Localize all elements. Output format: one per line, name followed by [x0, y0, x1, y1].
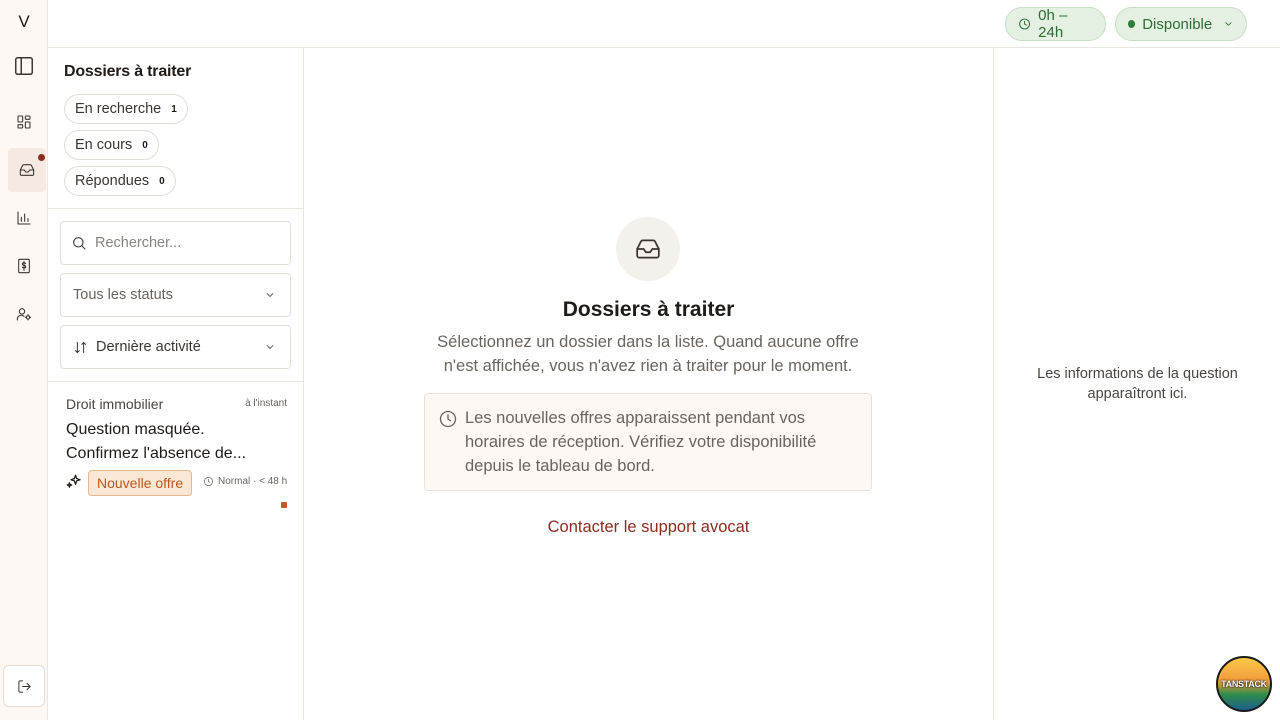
priority-info: Normal · < 48 h: [203, 476, 287, 487]
new-offer-badge: Nouvelle offre: [88, 470, 193, 496]
notification-dot: [38, 154, 45, 161]
main-empty-state: Dossiers à traiter Sélectionnez un dossi…: [304, 48, 993, 720]
search-input[interactable]: Rechercher...: [95, 235, 181, 251]
clock-icon: [1019, 18, 1031, 30]
logout-icon: [17, 679, 31, 693]
sparkles-icon: [65, 473, 83, 491]
sidebar-toggle-icon: [15, 57, 33, 75]
nav-profile[interactable]: [6, 296, 42, 332]
app-logo[interactable]: V: [0, 12, 48, 32]
filter-label: En recherche: [75, 101, 162, 117]
details-placeholder: Les informations de la question apparaît…: [1037, 366, 1238, 402]
support-link[interactable]: Contacter le support avocat: [304, 518, 993, 537]
sidebar-toggle-button[interactable]: [6, 48, 42, 84]
left-rail: V: [0, 0, 48, 720]
inbox-icon: [19, 164, 35, 176]
clock-icon: [439, 410, 457, 428]
stats-icon: [17, 211, 31, 225]
logout-button[interactable]: [3, 665, 45, 707]
chevron-down-icon: [266, 293, 274, 297]
top-bar: 0h – 24h Disponible: [48, 0, 1280, 48]
filter-repondues[interactable]: Répondues 0: [64, 166, 176, 196]
hours-label: 0h – 24h: [1038, 7, 1068, 41]
list-title: Dossiers à traiter: [64, 63, 192, 80]
info-note: Les nouvelles offres apparaissent pendan…: [424, 393, 872, 491]
sort-select[interactable]: Dernière activité: [60, 325, 291, 369]
nav-dashboard[interactable]: [6, 104, 42, 140]
badge-text: TANSTACK: [1221, 679, 1267, 689]
inbox-icon: [616, 217, 680, 281]
status-dot: [1128, 20, 1136, 28]
filter-en-cours[interactable]: En cours 0: [64, 130, 159, 160]
filter-label: Répondues: [75, 173, 150, 189]
priority-label: Normal · < 48 h: [218, 476, 288, 487]
info-note-text: Les nouvelles offres apparaissent pendan…: [465, 409, 817, 475]
sort-select-value: Dernière activité: [96, 339, 201, 355]
nav-billing[interactable]: [6, 248, 42, 284]
case-time: à l'instant: [245, 398, 287, 409]
availability-label: Disponible: [1142, 15, 1213, 33]
empty-title: Dossiers à traiter: [562, 298, 735, 321]
clock-icon: [204, 477, 213, 486]
question-details-panel: Les informations de la question apparaît…: [993, 48, 1280, 720]
billing-icon: [18, 258, 30, 274]
filter-label: En cours: [75, 137, 133, 153]
empty-description: Sélectionnez un dossier dans la liste. Q…: [437, 333, 859, 375]
case-card[interactable]: Droit immobilier à l'instant Question ma…: [48, 382, 304, 522]
hours-pill[interactable]: 0h – 24h: [1005, 7, 1106, 41]
nav-stats[interactable]: [6, 200, 42, 236]
divider: [48, 208, 304, 209]
dashboard-icon: [17, 115, 31, 129]
search-icon: [73, 237, 86, 250]
profile-icon: [16, 308, 32, 321]
chevron-down-icon: [1225, 22, 1232, 26]
cases-list-panel: Dossiers à traiter En recherche 1 En cou…: [48, 48, 304, 720]
filter-count: 0: [159, 175, 165, 187]
status-select[interactable]: Tous les statuts: [60, 273, 291, 317]
devtools-badge[interactable]: TANSTACK: [1216, 656, 1272, 712]
filter-en-recherche[interactable]: En recherche 1: [64, 94, 188, 124]
case-question: Question masquée. Confirmez l'absence de…: [66, 421, 247, 462]
unread-indicator: [281, 502, 287, 508]
sort-icon: [75, 341, 86, 353]
chevron-down-icon: [266, 345, 274, 349]
filter-count: 1: [171, 103, 177, 115]
filter-count: 0: [142, 139, 148, 151]
status-select-value: Tous les statuts: [73, 287, 173, 303]
search-field[interactable]: Rechercher...: [60, 221, 291, 265]
availability-dropdown[interactable]: Disponible: [1115, 7, 1247, 41]
case-category: Droit immobilier: [66, 396, 164, 412]
